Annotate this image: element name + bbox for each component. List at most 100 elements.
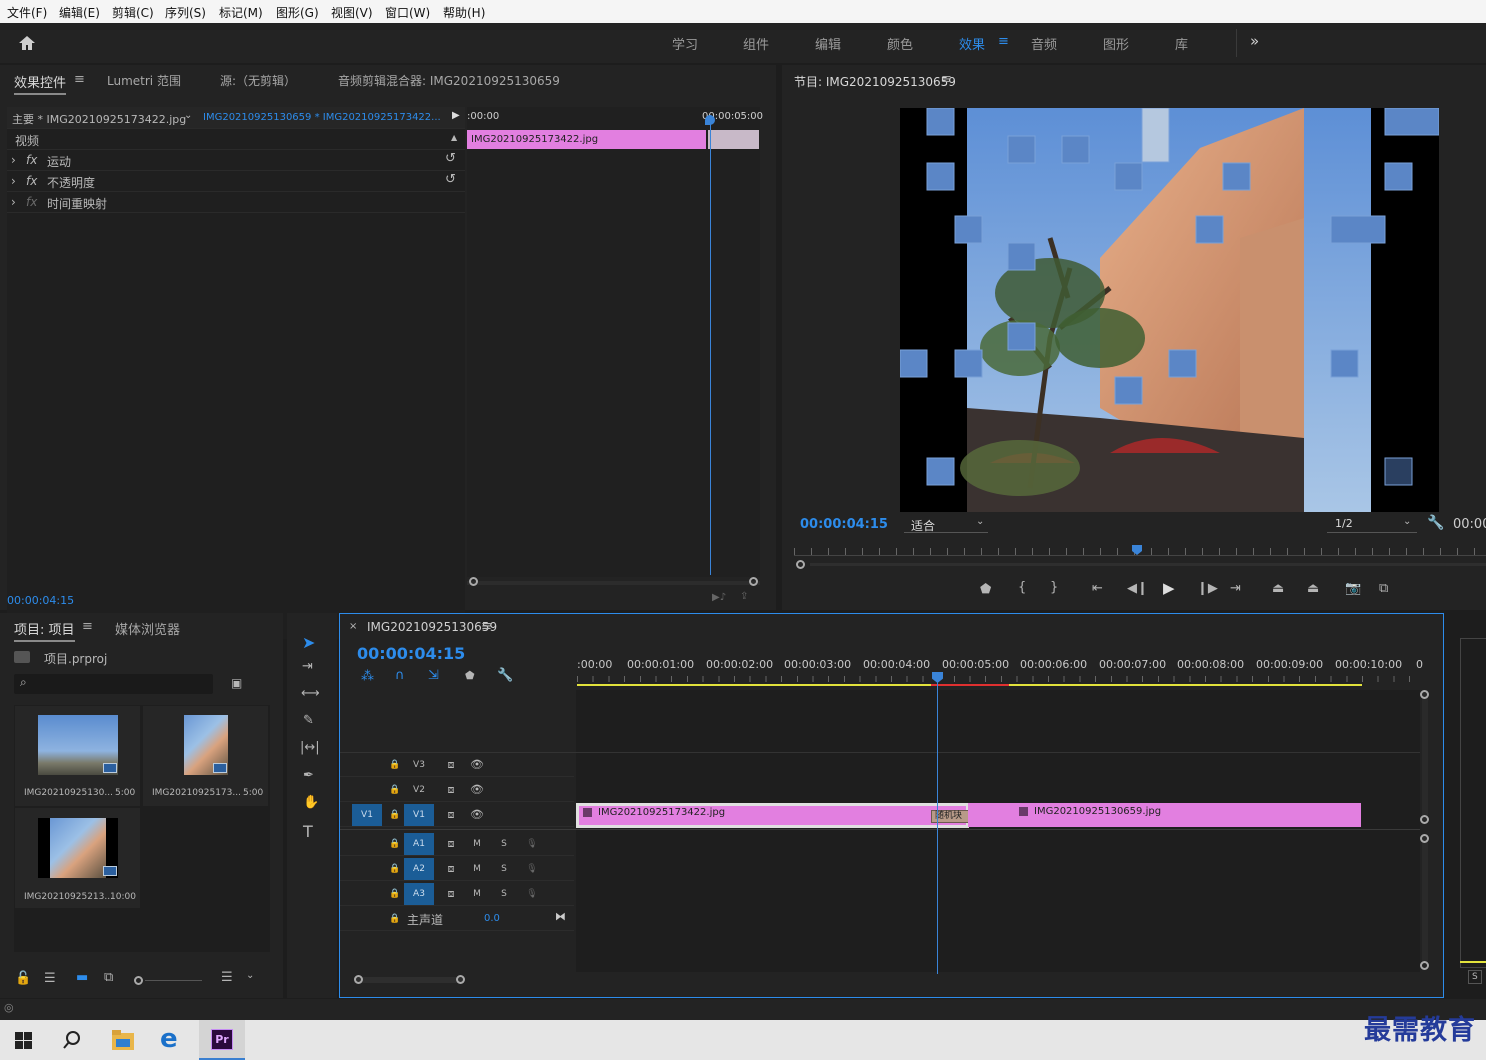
audio-only-icon[interactable]: ▶♪ (712, 592, 726, 603)
file-explorer-icon[interactable] (112, 1030, 134, 1050)
solo-button[interactable]: S (489, 883, 519, 905)
workspace-audio[interactable]: 音频 (1031, 34, 1057, 53)
ec-timecode[interactable]: 00:00:04:15 (7, 594, 74, 607)
ec-zoom-bar[interactable] (467, 577, 760, 586)
menu-sequence[interactable]: 序列(S) (165, 4, 206, 21)
panel-menu-icon[interactable]: ≡ (481, 619, 492, 634)
edge-browser-icon[interactable]: e (160, 1024, 178, 1054)
workspace-editing[interactable]: 编辑 (815, 34, 841, 53)
menu-marker[interactable]: 标记(M) (219, 4, 263, 21)
type-tool-icon[interactable]: T (303, 822, 313, 841)
menu-clip[interactable]: 剪辑(C) (112, 4, 154, 21)
video-scrollbar[interactable] (1420, 690, 1429, 824)
track-label-v2[interactable]: V2 (404, 779, 434, 801)
expand-chevron-icon[interactable]: › (11, 153, 16, 167)
fit-dropdown[interactable]: 适合 ⌄ (904, 516, 988, 533)
solo-meter-button[interactable]: S (1468, 970, 1482, 984)
zoom-handle-left[interactable] (469, 577, 478, 586)
chevron-down-icon[interactable]: ⌄ (184, 110, 192, 121)
zoom-handle-left[interactable] (796, 560, 805, 569)
tab-effect-controls[interactable]: 效果控件 (14, 72, 67, 95)
project-search-input[interactable]: ⌕ (14, 674, 213, 694)
workspace-effects[interactable]: 效果 (959, 34, 985, 53)
workspace-assembly[interactable]: 组件 (743, 34, 769, 53)
step-back-icon[interactable]: ◀❙ (1127, 581, 1148, 596)
play-only-icon[interactable]: ▶ (452, 110, 460, 121)
tab-audio-clip-mixer[interactable]: 音频剪辑混合器: IMG20210925130659 (338, 72, 560, 89)
tab-source[interactable]: 源:（无剪辑） (220, 72, 296, 89)
extract-icon[interactable]: ⏏ (1307, 581, 1319, 596)
timeline-zoom-bar[interactable] (354, 975, 465, 984)
settings-wrench-icon[interactable]: 🔧 (1427, 515, 1444, 531)
clip-1[interactable]: IMG20210925173422.jpg (579, 806, 966, 825)
expand-chevron-icon[interactable]: › (11, 174, 16, 188)
mute-button[interactable]: M (462, 858, 492, 880)
more-workspaces-icon[interactable]: » (1250, 32, 1259, 50)
fx-icon[interactable]: fx (26, 174, 37, 188)
mark-in-icon[interactable]: { (1018, 580, 1026, 595)
tab-media-browser[interactable]: 媒体浏览器 (115, 619, 180, 638)
menu-window[interactable]: 窗口(W) (385, 4, 430, 21)
step-forward-icon[interactable]: ❙▶ (1197, 581, 1218, 596)
master-clip-label[interactable]: 主要 * IMG20210925173422.jpg (12, 111, 186, 127)
export-icon[interactable]: ⇪ (740, 591, 748, 602)
tab-project[interactable]: 项目: 项目 (14, 619, 75, 642)
mute-button[interactable]: M (462, 883, 492, 905)
track-label-a3[interactable]: A3 (404, 883, 434, 905)
program-title[interactable]: 节目: IMG20210925130659 (794, 73, 956, 90)
track-label-v1[interactable]: V1 (404, 804, 434, 826)
menu-file[interactable]: 文件(F) (7, 4, 47, 21)
fx-icon[interactable]: fx (26, 153, 37, 167)
video-frame[interactable] (899, 107, 1440, 512)
windows-start-icon[interactable] (15, 1032, 32, 1049)
search-icon[interactable] (63, 1031, 81, 1049)
timeline-settings-icon[interactable]: 🔧 (497, 668, 513, 683)
menu-help[interactable]: 帮助(H) (443, 4, 485, 21)
scroll-handle[interactable] (1420, 834, 1429, 843)
effect-row-opacity[interactable]: › fx 不透明度 ↺ (7, 171, 465, 192)
project-item[interactable]: IMG20210925173... 5:00 (143, 706, 268, 806)
add-marker-icon[interactable]: ⬟ (465, 669, 475, 682)
list-view-icon[interactable]: ☰ (44, 971, 56, 986)
button-editor-icon[interactable]: ⧉ (1379, 581, 1388, 596)
zoom-handle-right[interactable] (456, 975, 465, 984)
workspace-menu-icon[interactable]: ≡ (998, 34, 1009, 49)
track-area[interactable] (576, 690, 1420, 972)
menu-view[interactable]: 视图(V) (331, 4, 373, 21)
zoom-handle-left[interactable] (354, 975, 363, 984)
mark-out-icon[interactable]: } (1050, 580, 1058, 595)
workspace-color[interactable]: 颜色 (887, 34, 913, 53)
tab-lumetri-scopes[interactable]: Lumetri 范围 (107, 72, 181, 89)
panel-menu-icon[interactable]: ≡ (74, 72, 85, 87)
master-volume-value[interactable]: 0.0 (484, 913, 500, 924)
chevron-down-icon[interactable]: ⌄ (976, 516, 984, 527)
icon-view-icon[interactable]: ▬ (76, 970, 88, 985)
timeline-tab[interactable]: IMG20210925130659 (367, 620, 497, 634)
eye-icon[interactable]: 👁 (462, 804, 492, 826)
go-to-in-icon[interactable]: ⇤ (1092, 581, 1103, 596)
microphone-icon[interactable]: 🎙 (517, 883, 547, 905)
sequence-clip-label[interactable]: IMG20210925130659 * IMG20210925173422... (203, 112, 441, 123)
ec-playhead[interactable] (710, 115, 711, 575)
menu-graphics[interactable]: 图形(G) (276, 4, 319, 21)
go-to-master-icon[interactable]: ⧓ (555, 910, 566, 923)
home-icon[interactable] (18, 35, 36, 51)
timeline-playhead[interactable] (937, 674, 938, 974)
effect-row-time-remap[interactable]: › fx 时间重映射 (7, 192, 465, 213)
slip-tool-icon[interactable]: |↔| (300, 740, 320, 755)
scroll-handle[interactable] (1420, 690, 1429, 699)
snap-icon[interactable]: ∩ (395, 668, 405, 683)
thumbnail-zoom-slider[interactable] (145, 980, 202, 981)
project-item[interactable]: IMG20210925213... 10:00 (15, 808, 140, 908)
ec-playhead-handle[interactable] (705, 115, 715, 125)
resolution-dropdown[interactable]: 1/2 ⌄ (1327, 516, 1417, 533)
source-patch-v1[interactable]: V1 (352, 804, 382, 826)
linked-selection-icon[interactable]: ⇲ (428, 668, 439, 683)
track-select-tool-icon[interactable]: ⇥ (302, 659, 313, 674)
add-marker-icon[interactable]: ⬟ (980, 582, 991, 597)
solo-button[interactable]: S (489, 833, 519, 855)
mute-button[interactable]: M (462, 833, 492, 855)
workspace-libraries[interactable]: 库 (1175, 34, 1188, 53)
eye-icon[interactable]: 👁 (462, 779, 492, 801)
razor-tool-icon[interactable]: ✎ (303, 713, 314, 728)
